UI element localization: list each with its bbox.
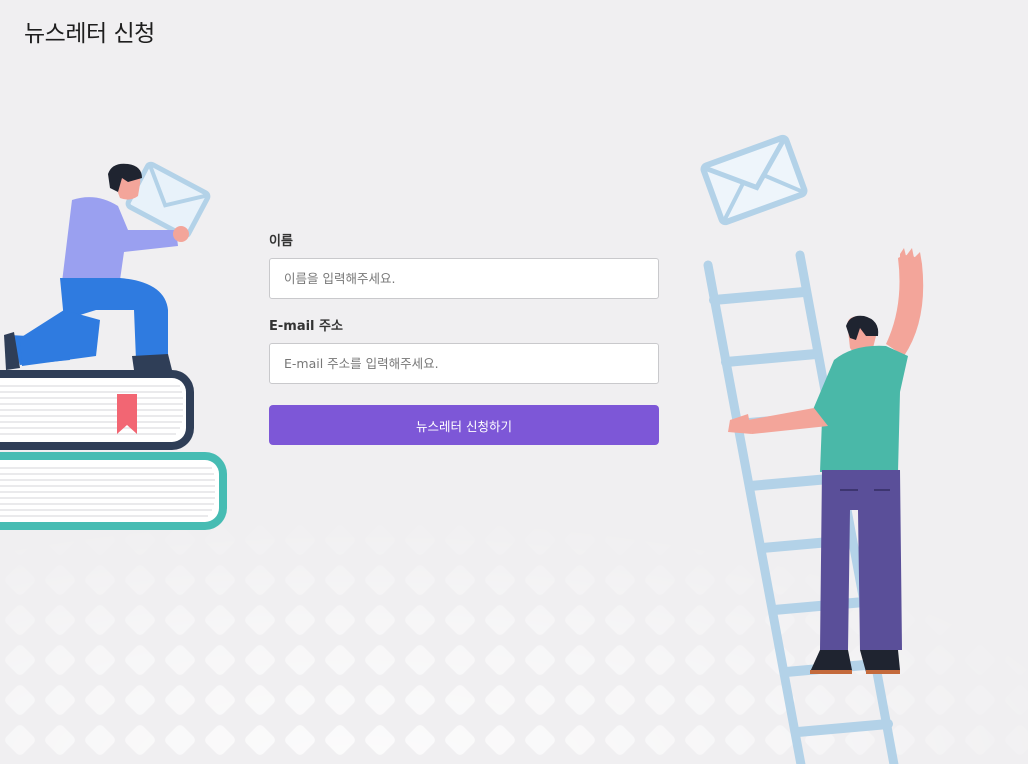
email-input[interactable] (269, 343, 659, 384)
name-input[interactable] (269, 258, 659, 299)
name-field-group: 이름 (269, 230, 659, 299)
page-title: 뉴스레터 신청 (24, 21, 155, 47)
teal-book (0, 452, 227, 530)
subscribe-button[interactable]: 뉴스레터 신청하기 (269, 405, 659, 445)
kneeling-person (4, 161, 211, 370)
navy-book (0, 370, 194, 450)
ladder-person-illustration (700, 134, 924, 764)
email-field-group: E-mail 주소 (269, 315, 659, 384)
newsletter-form: 이름 E-mail 주소 뉴스레터 신청하기 (269, 230, 659, 445)
name-label: 이름 (269, 234, 293, 249)
climbing-person (728, 248, 924, 674)
email-label: E-mail 주소 (269, 319, 343, 334)
envelope-icon (700, 134, 808, 226)
books-person-illustration (0, 161, 227, 530)
